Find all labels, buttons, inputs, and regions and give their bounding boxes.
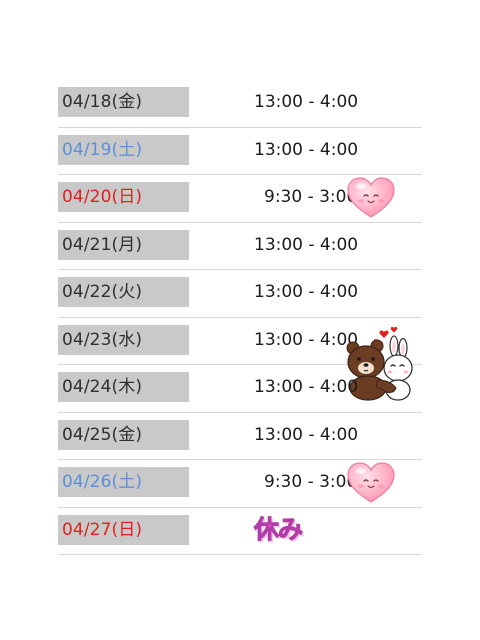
- schedule-row: 04/27(日) 休み: [58, 508, 422, 555]
- time-range: 9:30 - 3:00: [264, 472, 358, 492]
- schedule-row: 04/23(水) 13:00 - 4:00: [58, 318, 422, 401]
- heart-face-icon: [347, 462, 395, 503]
- time-range: 13:00 - 4:00: [254, 234, 359, 255]
- time-range: 13:00 - 4:00: [254, 377, 359, 397]
- schedule-list: 04/18(金) 13:00 - 4:00 04/19(土) 13:00 - 4…: [58, 80, 422, 555]
- time-range: 13:00 - 4:00: [254, 329, 359, 350]
- schedule-row: 04/26(土) 9:30 - 3:00: [58, 460, 422, 508]
- date-label: 04/18(金): [58, 87, 189, 117]
- schedule-row: 04/19(土) 13:00 - 4:00: [58, 128, 422, 175]
- date-label: 04/20(日): [58, 182, 189, 212]
- time-range: 13:00 - 4:00: [254, 139, 359, 160]
- schedule-row: 04/24(木) 13:00 - 4:00: [58, 365, 422, 413]
- time-range: 13:00 - 4:00: [254, 424, 359, 445]
- date-label: 04/26(土): [58, 467, 189, 497]
- date-label: 04/21(月): [58, 229, 189, 260]
- schedule-row: 04/18(金) 13:00 - 4:00: [58, 80, 422, 128]
- time-range: 13:00 - 4:00: [254, 92, 359, 112]
- schedule-row: 04/25(金) 13:00 - 4:00: [58, 413, 422, 460]
- heart-face-icon: [347, 177, 395, 218]
- schedule-page: 04/18(金) 13:00 - 4:00 04/19(土) 13:00 - 4…: [0, 0, 480, 640]
- time-range: 13:00 - 4:00: [254, 282, 359, 302]
- date-label: 04/24(木): [58, 372, 189, 402]
- date-label: 04/23(水): [58, 324, 189, 355]
- time-range: 9:30 - 3:00: [264, 187, 358, 207]
- date-label: 04/22(火): [58, 277, 189, 307]
- date-label: 04/25(金): [58, 419, 189, 450]
- closed-label: 休み: [253, 514, 303, 544]
- schedule-row: 04/21(月) 13:00 - 4:00: [58, 223, 422, 270]
- date-label: 04/19(土): [58, 134, 189, 165]
- schedule-row: 04/20(日) 9:30 - 3:00: [58, 175, 422, 223]
- schedule-row: 04/22(火) 13:00 - 4:00: [58, 270, 422, 318]
- date-label: 04/27(日): [58, 514, 189, 545]
